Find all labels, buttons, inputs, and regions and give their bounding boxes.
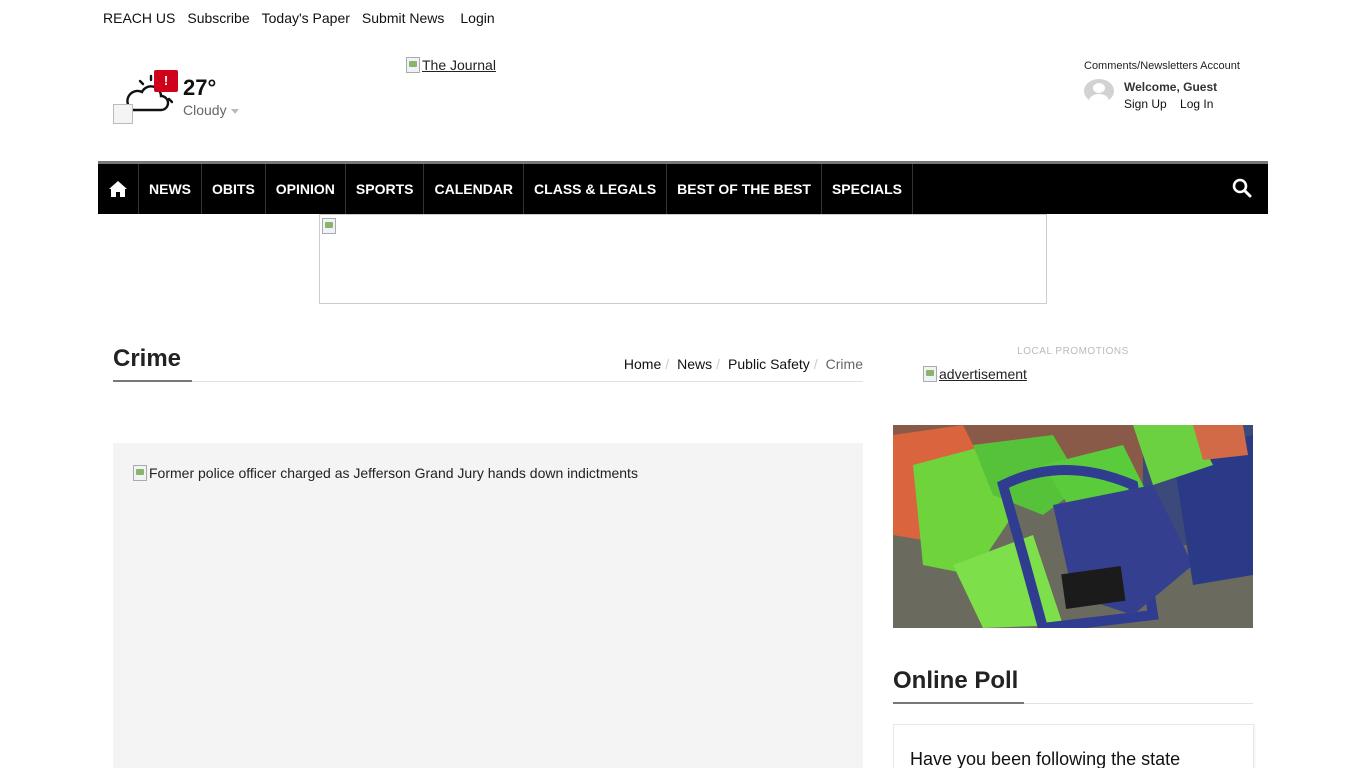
- weather-condition: Cloudy: [183, 102, 239, 118]
- nav-item-sports[interactable]: SPORTS: [346, 164, 425, 214]
- chairs-photo: [893, 425, 1253, 628]
- site-logo[interactable]: The Journal: [406, 57, 496, 73]
- breadcrumb-news[interactable]: News: [677, 356, 712, 372]
- account-panel: Comments/Newsletters Account Welcome, Gu…: [1084, 60, 1264, 111]
- top-utility-links: REACH US Subscribe Today's Paper Submit …: [103, 10, 507, 27]
- weather-alert-icon[interactable]: !: [154, 70, 178, 92]
- reach-us-link[interactable]: REACH US: [103, 10, 175, 27]
- sign-up-link[interactable]: Sign Up: [1124, 97, 1167, 111]
- page-title: Crime: [113, 345, 182, 372]
- nav-item-obits[interactable]: OBITS: [202, 164, 266, 214]
- top-ad-banner[interactable]: [319, 214, 1047, 304]
- logo-alt-text: The Journal: [422, 57, 496, 73]
- login-link[interactable]: Login: [460, 10, 494, 27]
- nav-item-news[interactable]: NEWS: [139, 164, 202, 214]
- broken-image-icon: [133, 465, 147, 481]
- online-poll-title: Online Poll: [893, 667, 1019, 694]
- log-in-link[interactable]: Log In: [1180, 97, 1213, 111]
- breadcrumb-home[interactable]: Home: [624, 356, 661, 372]
- main-navigation: NEWS OBITS OPINION SPORTS CALENDAR CLASS…: [98, 161, 1268, 214]
- poll-card: Have you been following the state: [893, 724, 1254, 768]
- breadcrumb: Home / News / Public Safety / Crime: [624, 356, 863, 372]
- advertisement[interactable]: advertisement: [923, 366, 1027, 382]
- breadcrumb-separator: /: [716, 356, 721, 372]
- todays-paper-link[interactable]: Today's Paper: [262, 10, 350, 27]
- home-icon: [109, 181, 127, 197]
- weather-widget[interactable]: ! 27° Cloudy: [113, 70, 253, 126]
- welcome-text: Welcome, Guest: [1124, 80, 1218, 94]
- auth-links: Sign Up Log In: [1124, 97, 1223, 111]
- weather-condition-label: Cloudy: [183, 102, 227, 118]
- sidebar-promo-photo[interactable]: [893, 425, 1253, 628]
- advertisement-alt: advertisement: [939, 366, 1027, 382]
- nav-item-class-legals[interactable]: CLASS & LEGALS: [524, 164, 668, 214]
- chevron-down-icon[interactable]: [230, 108, 239, 114]
- broken-image-icon: [322, 218, 336, 234]
- featured-story-caption: Former police officer charged as Jeffers…: [133, 465, 638, 481]
- breadcrumb-separator: /: [665, 356, 670, 372]
- poll-divider-accent: [893, 702, 1024, 704]
- home-button[interactable]: [98, 164, 139, 214]
- nav-item-best-of-the-best[interactable]: BEST OF THE BEST: [667, 164, 822, 214]
- account-header: Comments/Newsletters Account: [1084, 60, 1240, 72]
- section-divider: [113, 381, 863, 382]
- breadcrumb-separator: /: [813, 356, 818, 372]
- nav-item-calendar[interactable]: CALENDAR: [424, 164, 525, 214]
- featured-story-alt: Former police officer charged as Jeffers…: [149, 465, 638, 481]
- local-promotions-label: LOCAL PROMOTIONS: [1017, 346, 1129, 357]
- section-divider-accent: [113, 380, 192, 382]
- nav-item-specials[interactable]: SPECIALS: [822, 164, 913, 214]
- featured-story-image[interactable]: Former police officer charged as Jeffers…: [113, 443, 863, 768]
- submit-news-link[interactable]: Submit News: [362, 10, 444, 27]
- broken-image-icon: [406, 57, 420, 73]
- broken-image-icon: [923, 366, 937, 382]
- subscribe-link[interactable]: Subscribe: [187, 10, 249, 27]
- weather-image-placeholder: [113, 104, 133, 124]
- nav-item-opinion[interactable]: OPINION: [266, 164, 346, 214]
- breadcrumb-current: Crime: [825, 356, 863, 372]
- weather-temperature: 27°: [183, 75, 217, 100]
- search-icon[interactable]: [1232, 178, 1252, 198]
- breadcrumb-public-safety[interactable]: Public Safety: [728, 356, 810, 372]
- poll-question: Have you been following the state: [910, 749, 1181, 768]
- avatar: [1084, 79, 1114, 103]
